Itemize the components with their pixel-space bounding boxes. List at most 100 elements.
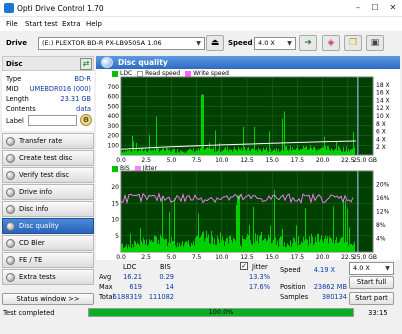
ldc-bar (351, 149, 352, 155)
bis-bar (154, 235, 155, 252)
bis-bar (172, 241, 173, 252)
bis-bar (289, 246, 290, 252)
menu-help[interactable]: Help (86, 20, 102, 28)
ldc-bar (196, 149, 197, 155)
sidebar-item-fe-te[interactable]: FE / TE (2, 252, 94, 268)
y-tick-label: 500 (108, 103, 120, 110)
ldc-bar (284, 111, 285, 155)
chevron-down-icon: ▼ (287, 40, 292, 47)
ldc-chart-svg: 0.0 2.5 5.0 7.5 10.0 12.5 15.0 17.5 20.0 22.525.0… (108, 76, 390, 164)
speed-select[interactable]: 4.0 X ▼ (254, 37, 296, 50)
elapsed-time: 33:15 (368, 309, 388, 317)
test-speed-select[interactable]: 4.0 X ▼ (349, 262, 394, 275)
start-part-button[interactable]: Start part (349, 292, 394, 305)
save-button[interactable]: ▣ (366, 35, 384, 51)
status-window-button[interactable]: Status window >> (2, 293, 94, 305)
y-right-tick-label: 8% (376, 222, 386, 229)
close-button[interactable]: ✕ (385, 1, 401, 15)
gear-icon[interactable]: ⚙ (80, 114, 92, 126)
bis-bar (331, 238, 332, 252)
ldc-bar (161, 150, 162, 155)
jitter-checkbox[interactable]: ✓ (240, 262, 248, 270)
ldc-bar (208, 148, 209, 155)
x-tick-label: 15.0 (266, 157, 280, 164)
sidebar-item-cd-bler[interactable]: CD Bler (2, 235, 94, 251)
erase-button[interactable]: ◈ (322, 35, 340, 51)
bis-bar (325, 235, 326, 252)
ldc-bar (167, 148, 168, 155)
menu-extra[interactable]: Extra (62, 20, 80, 28)
x-tick-label: 17.5 (291, 254, 305, 260)
copy-button[interactable]: ❐ (344, 35, 362, 51)
chevron-down-icon: ▼ (385, 265, 390, 272)
sidebar-item-label: Verify test disc (19, 171, 70, 179)
ldc-bar (288, 151, 289, 155)
bis-bar (290, 240, 291, 252)
bis-bar (221, 240, 222, 252)
maximize-button[interactable]: ☐ (367, 1, 383, 15)
bis-bar (340, 238, 341, 252)
bis-bar (223, 240, 224, 252)
x-tick-label: 17.5 (291, 157, 305, 164)
disc-label-input[interactable] (28, 115, 77, 126)
ldc-bar (184, 152, 185, 155)
ldc-bar (265, 149, 266, 155)
menu-start-test[interactable]: Start test (25, 20, 58, 28)
ldc-bar (211, 148, 212, 155)
ldc-bar (177, 148, 178, 155)
bis-bar (241, 246, 242, 252)
jitter-label: Jitter (252, 263, 268, 271)
sidebar-item-create-test-disc[interactable]: Create test disc (2, 150, 94, 166)
refresh-icon[interactable]: ⇄ (80, 58, 92, 70)
bis-bar (294, 238, 295, 252)
bis-bar (171, 237, 172, 252)
ldc-bar (139, 149, 140, 155)
sidebar-item-transfer-rate[interactable]: Transfer rate (2, 133, 94, 149)
ldc-bar (146, 151, 147, 155)
bis-bar (130, 233, 131, 252)
bis-bar (316, 241, 317, 252)
ldc-bar (313, 147, 314, 155)
bis-bar (218, 239, 219, 252)
sidebar-item-drive-info[interactable]: Drive info (2, 184, 94, 200)
progress-bar: 100.0% (88, 308, 354, 317)
stats-max-label: Max (99, 283, 113, 291)
sidebar-item-verify-test-disc[interactable]: Verify test disc (2, 167, 94, 183)
apply-speed-button[interactable]: ➜ (299, 35, 317, 51)
bis-bar (205, 238, 206, 252)
bis-bar (275, 237, 276, 252)
bis-bar (305, 208, 306, 252)
main-panel-header: Disc quality (96, 56, 400, 69)
ldc-bar (156, 116, 157, 155)
sidebar-item-label: Transfer rate (19, 137, 63, 145)
sidebar-item-extra-tests[interactable]: Extra tests (2, 269, 94, 285)
ldc-bar (187, 150, 188, 155)
stats-total-bis: 111082 (148, 293, 174, 301)
ldc-bar (273, 150, 274, 155)
bis-bar (251, 243, 252, 252)
start-full-button[interactable]: Start full (349, 276, 394, 289)
bis-bar (252, 244, 253, 252)
ldc-bar (140, 151, 141, 155)
minimize-button[interactable]: – (350, 1, 366, 15)
sidebar-item-disc-info[interactable]: Disc info (2, 201, 94, 217)
bis-bar (208, 234, 209, 252)
eject-button[interactable]: ⏏ (206, 35, 224, 51)
ldc-bar (306, 146, 307, 155)
bis-bar (160, 234, 161, 252)
bis-bar (132, 243, 133, 252)
menu-file[interactable]: File (6, 20, 18, 28)
ldc-bar (245, 149, 246, 155)
ldc-bar (290, 145, 291, 155)
bis-bar (236, 205, 237, 252)
bis-bar (334, 243, 335, 252)
drive-select[interactable]: (E:) PLEXTOR BD-R PX-LB950SA 1.06 ▼ (38, 37, 205, 50)
ldc-chart: LDC Read speed Write speed 0.0 2.5 5.0 7.5 1… (96, 69, 400, 164)
ldc-bar (182, 151, 183, 155)
sidebar-item-disc-quality[interactable]: Disc quality (2, 218, 94, 234)
bis-bar (197, 235, 198, 252)
ldc-bar (159, 152, 160, 155)
ldc-bar (260, 149, 261, 155)
disc-contents-value: data (76, 105, 91, 113)
ldc-bar (262, 150, 263, 155)
